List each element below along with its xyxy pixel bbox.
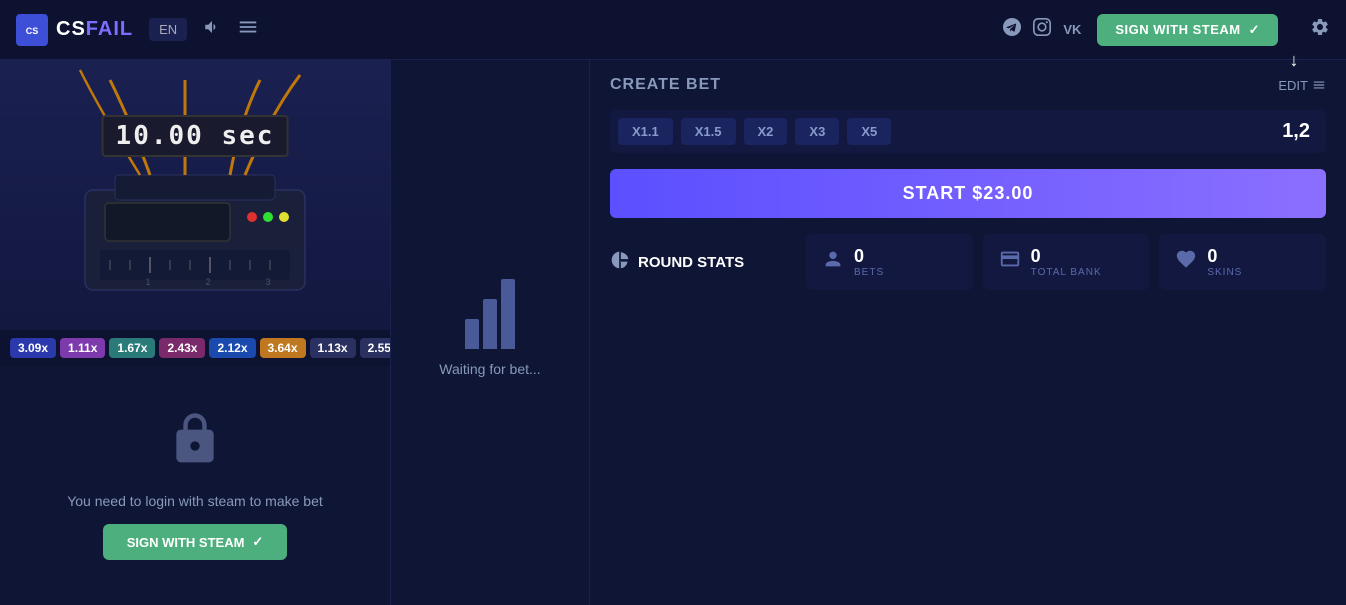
logo-icon: CS: [16, 14, 48, 46]
round-stats-label: ROUND STATS: [638, 254, 744, 271]
multiplier-x5[interactable]: X5: [847, 118, 891, 145]
skins-stat-info: 0 SKINS: [1207, 246, 1242, 278]
multiplier-badge-2[interactable]: 1.67x: [109, 338, 155, 358]
sign-steam-label: SIGN WITH STEAM: [1115, 22, 1240, 37]
multiplier-x1-1[interactable]: X1.1: [618, 118, 673, 145]
multiplier-x1-5[interactable]: X1.5: [681, 118, 736, 145]
right-panel: CREATE BET EDIT X1.1 X1.5 X2 X3 X5 START…: [590, 60, 1346, 605]
multiplier-badge-3[interactable]: 2.43x: [159, 338, 205, 358]
bar-1: [465, 319, 479, 349]
bets-value: 0: [854, 246, 884, 267]
sign-steam-main-label: SIGN WITH STEAM: [127, 535, 245, 550]
person-icon: [822, 248, 844, 276]
game-area: 1 2 3 10.00 sec: [0, 60, 390, 330]
telegram-icon[interactable]: [1003, 18, 1021, 41]
settings-button[interactable]: [1310, 17, 1330, 42]
start-bet-button[interactable]: START $23.00: [610, 169, 1326, 218]
stats-cards: 0 BETS 0 TOTAL BANK: [806, 234, 1326, 290]
header: CS CSFAIL EN: [0, 0, 1346, 60]
edit-label: EDIT: [1278, 78, 1308, 93]
round-stats: ROUND STATS 0 BETS: [610, 234, 1326, 290]
edit-button[interactable]: EDIT: [1278, 78, 1326, 93]
bar-3: [501, 279, 515, 349]
bank-label: TOTAL BANK: [1031, 267, 1102, 278]
sign-with-steam-main-button[interactable]: SIGN WITH STEAM ✓: [103, 524, 288, 560]
bets-stat-info: 0 BETS: [854, 246, 884, 278]
svg-text:2: 2: [205, 277, 210, 287]
multiplier-badge-5[interactable]: 3.64x: [260, 338, 306, 358]
bank-stat-info: 0 TOTAL BANK: [1031, 246, 1102, 278]
left-panel: 1 2 3 10.00 sec 3.09x 1.11x 1.67x 2.43x …: [0, 60, 390, 605]
bank-value: 0: [1031, 246, 1102, 267]
main-content: 1 2 3 10.00 sec 3.09x 1.11x 1.67x 2.43x …: [0, 60, 1346, 605]
mute-button[interactable]: [203, 18, 221, 41]
multiplier-x3[interactable]: X3: [795, 118, 839, 145]
checkmark-icon: ✓: [1249, 22, 1260, 38]
bet-controls: X1.1 X1.5 X2 X3 X5: [610, 110, 1326, 153]
multiplier-row: 3.09x 1.11x 1.67x 2.43x 2.12x 3.64x 1.13…: [0, 330, 390, 366]
multiplier-badge-4[interactable]: 2.12x: [209, 338, 255, 358]
round-stats-title: ROUND STATS: [610, 250, 790, 275]
multiplier-badge-6[interactable]: 1.13x: [310, 338, 356, 358]
money-icon: [999, 248, 1021, 276]
header-left: CS CSFAIL EN: [16, 14, 259, 46]
sign-with-steam-button[interactable]: SIGN WITH STEAM ✓: [1097, 14, 1278, 46]
svg-text:CS: CS: [26, 26, 39, 36]
bar-chart: [465, 289, 515, 349]
multiplier-badge-1[interactable]: 1.11x: [60, 338, 105, 358]
multiplier-badge-7[interactable]: 2.55x: [360, 338, 390, 358]
language-button[interactable]: EN: [149, 18, 187, 41]
svg-text:1: 1: [145, 277, 150, 287]
lock-icon: [167, 411, 223, 479]
bet-value-input[interactable]: [899, 120, 1318, 143]
login-message: You need to login with steam to make bet: [67, 491, 323, 512]
header-right: VK SIGN WITH STEAM ✓ ↓: [1003, 14, 1330, 46]
skins-value: 0: [1207, 246, 1242, 267]
svg-text:3: 3: [265, 277, 270, 287]
heart-icon: [1175, 248, 1197, 276]
vk-icon[interactable]: VK: [1063, 22, 1081, 37]
center-panel: Waiting for bet...: [390, 60, 590, 605]
social-icons: VK: [1003, 18, 1081, 41]
checkmark-main-icon: ✓: [252, 534, 263, 550]
multiplier-x2[interactable]: X2: [744, 118, 788, 145]
pie-chart-icon: [610, 250, 630, 275]
instagram-icon[interactable]: [1033, 18, 1051, 41]
timer-display: 10.00 sec: [102, 115, 289, 157]
bar-2: [483, 299, 497, 349]
nav-menu-button[interactable]: [237, 16, 259, 44]
total-bank-stat-card: 0 TOTAL BANK: [983, 234, 1150, 290]
logo[interactable]: CS CSFAIL: [16, 14, 133, 46]
create-bet-header: CREATE BET EDIT: [610, 76, 1326, 94]
create-bet-title: CREATE BET: [610, 76, 721, 94]
bets-label: BETS: [854, 267, 884, 278]
skins-label: SKINS: [1207, 267, 1242, 278]
skins-stat-card: 0 SKINS: [1159, 234, 1326, 290]
multiplier-badge-0[interactable]: 3.09x: [10, 338, 56, 358]
login-area: You need to login with steam to make bet…: [0, 366, 390, 605]
bets-stat-card: 0 BETS: [806, 234, 973, 290]
waiting-text: Waiting for bet...: [439, 361, 540, 377]
logo-text: CSFAIL: [56, 18, 133, 41]
